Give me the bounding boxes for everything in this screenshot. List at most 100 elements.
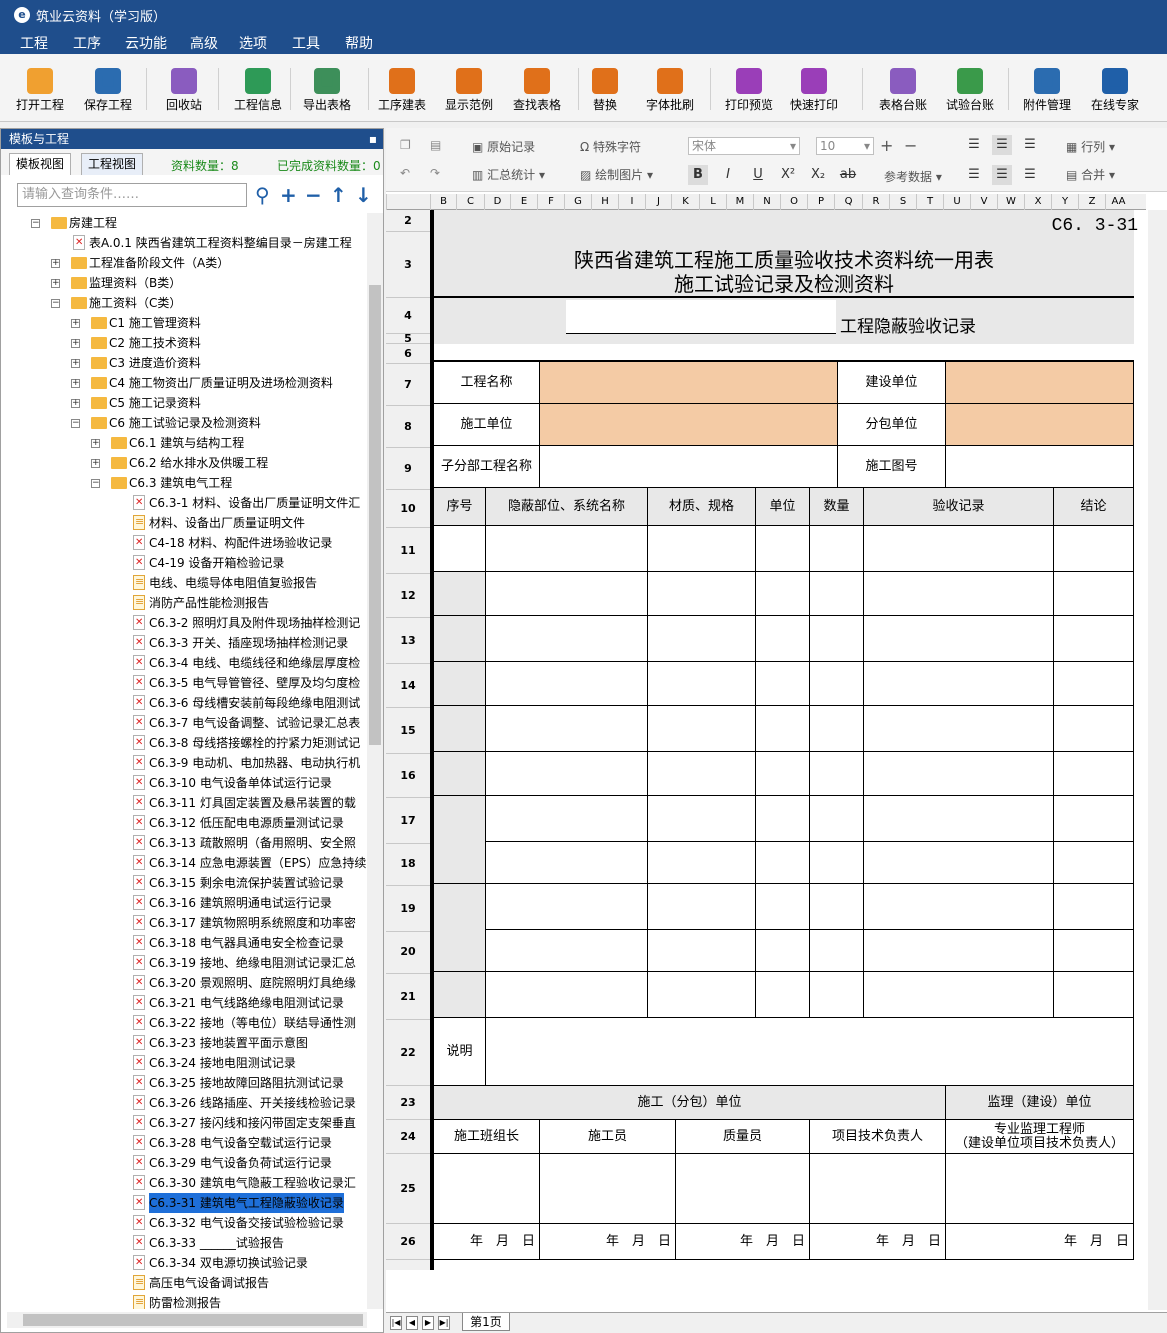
toolbar-button-15[interactable]: ■ 在线专家 [1090, 54, 1140, 122]
tree-item[interactable]: C6.3-23 接地装置平面示意图 [7, 1033, 367, 1053]
table-cell[interactable] [864, 884, 1054, 930]
signature-field[interactable] [810, 1154, 946, 1224]
table-cell[interactable] [756, 884, 810, 930]
table-cell[interactable] [810, 796, 864, 842]
search-icon[interactable]: ⚲ [255, 185, 270, 205]
tree-item[interactable]: C4-19 设备开箱检验记录 [7, 553, 367, 573]
tree-item[interactable]: C6.3-28 电气设备空载试运行记录 [7, 1133, 367, 1153]
row-header[interactable]: 8 [386, 406, 430, 448]
table-cell[interactable] [810, 616, 864, 662]
table-cell[interactable] [1054, 752, 1134, 796]
tree-horizontal-scrollbar[interactable] [7, 1312, 367, 1328]
tree-item[interactable]: C6.3-11 灯具固定装置及悬吊装置的载 [7, 793, 367, 813]
move-up-icon[interactable]: ↑ [330, 185, 347, 205]
table-cell[interactable] [1054, 840, 1134, 884]
table-cell[interactable] [1054, 928, 1134, 972]
column-header[interactable]: D [484, 194, 510, 210]
toolbar-button-3[interactable]: ■ 工程信息 [234, 54, 282, 122]
table-cell[interactable] [864, 572, 1054, 616]
tree-item[interactable]: − C6.3 建筑电气工程 [7, 473, 367, 493]
tree-item[interactable]: C6.3-5 电气导管管径、壁厚及均匀度检 [7, 673, 367, 693]
tree-item[interactable]: C6.3-3 开关、插座现场抽样检测记录 [7, 633, 367, 653]
copy-icon[interactable]: ❐ [400, 138, 411, 152]
first-sheet-icon[interactable]: |◀ [390, 1316, 402, 1330]
expand-icon[interactable]: + [71, 339, 80, 348]
prev-sheet-icon[interactable]: ◀ [406, 1316, 418, 1330]
table-cell[interactable] [810, 840, 864, 884]
tree-item[interactable]: + C6.1 建筑与结构工程 [7, 433, 367, 453]
tree-item[interactable]: C6.3-7 电气设备调整、试验记录汇总表 [7, 713, 367, 733]
expand-icon[interactable]: + [71, 399, 80, 408]
redo-icon[interactable]: ↷ [430, 166, 440, 180]
column-header[interactable]: B [430, 194, 456, 210]
table-cell[interactable] [810, 526, 864, 572]
table-cell[interactable] [810, 928, 864, 972]
pin-icon[interactable]: ▪ [369, 129, 377, 149]
align-bottom-icon[interactable]: ☰ [1020, 135, 1040, 155]
tree-item[interactable]: C6.3-29 电气设备负荷试运行记录 [7, 1153, 367, 1173]
tree-item[interactable]: C6.3-16 建筑照明通电试运行记录 [7, 893, 367, 913]
column-header[interactable]: G [564, 194, 591, 210]
menu-project[interactable]: 工程 [20, 33, 48, 53]
tree-item[interactable]: C6.3-22 接地（等电位）联结导通性测 [7, 1013, 367, 1033]
signature-field[interactable] [946, 1154, 1134, 1224]
signature-field[interactable] [676, 1154, 810, 1224]
row-col-button[interactable]: ▦ 行列 ▾ [1066, 138, 1115, 155]
move-down-icon[interactable]: ↓ [355, 185, 372, 205]
tree-item[interactable]: C6.3-18 电气器具通电安全检查记录 [7, 933, 367, 953]
row-number-cell[interactable] [434, 526, 486, 572]
tree-item[interactable]: C6.3-31 建筑电气工程隐蔽验收记录 [7, 1193, 367, 1213]
record-name-input[interactable] [566, 300, 836, 334]
summary-button[interactable]: ▥ 汇总统计 ▾ [472, 166, 545, 183]
collapse-icon[interactable]: − [31, 219, 40, 228]
table-cell[interactable] [864, 796, 1054, 842]
sheet-vertical-scrollbar[interactable] [1148, 210, 1167, 1310]
expand-icon[interactable]: + [91, 459, 100, 468]
ref-data-button[interactable]: 参考数据 ▾ [884, 168, 942, 185]
menu-tools[interactable]: 工具 [292, 33, 320, 53]
tree-item[interactable]: − C6 施工试验记录及检测资料 [7, 413, 367, 433]
tree-item[interactable]: C6.3-30 建筑电气隐蔽工程验收记录汇 [7, 1173, 367, 1193]
date-field[interactable]: 年 月 日 [676, 1224, 810, 1260]
tree-item[interactable]: C6.3-17 建筑物照明系统照度和功率密 [7, 913, 367, 933]
row-header[interactable]: 26 [386, 1224, 430, 1260]
table-cell[interactable] [756, 662, 810, 706]
merge-button[interactable]: ▤ 合并 ▾ [1066, 166, 1115, 183]
toolbar-button-12[interactable]: ■ 表格台账 [878, 54, 928, 122]
tree-item[interactable]: + C2 施工技术资料 [7, 333, 367, 353]
row-header[interactable]: 13 [386, 618, 430, 664]
row-number-cell[interactable] [434, 972, 486, 1018]
undo-icon[interactable]: ↶ [400, 166, 410, 180]
special-char-button[interactable]: Ω 特殊字符 [580, 138, 641, 155]
row-header[interactable]: 14 [386, 664, 430, 708]
align-center-icon[interactable]: ☰ [992, 165, 1012, 185]
column-header[interactable]: U [943, 194, 970, 210]
expand-icon[interactable]: + [71, 319, 80, 328]
expand-icon[interactable]: + [71, 379, 80, 388]
sub-unit-field[interactable] [946, 404, 1134, 446]
toolbar-button-13[interactable]: ■ 试验台账 [945, 54, 995, 122]
tree-item[interactable]: C6.3-32 电气设备交接试验检验记录 [7, 1213, 367, 1233]
scroll-thumb[interactable] [369, 285, 381, 745]
column-header[interactable]: O [780, 194, 807, 210]
table-cell[interactable] [648, 840, 756, 884]
row-header[interactable]: 19 [386, 886, 430, 932]
menu-options[interactable]: 选项 [239, 33, 267, 53]
column-header[interactable]: H [591, 194, 618, 210]
table-cell[interactable] [1054, 616, 1134, 662]
table-cell[interactable] [648, 972, 756, 1018]
remove-icon[interactable]: − [305, 185, 322, 205]
table-cell[interactable] [486, 752, 648, 796]
row-header[interactable]: 4 [386, 298, 430, 334]
column-header[interactable]: F [537, 194, 564, 210]
tree-item[interactable]: 表A.0.1 陕西省建筑工程资料整编目录－房建工程 [7, 233, 367, 253]
table-cell[interactable] [1054, 572, 1134, 616]
date-field[interactable]: 年 月 日 [810, 1224, 946, 1260]
table-cell[interactable] [486, 796, 648, 842]
table-cell[interactable] [1054, 796, 1134, 842]
row-number-cell[interactable] [434, 572, 486, 616]
font-size-select[interactable]: 10 ▾ [816, 137, 874, 155]
row-header[interactable]: 21 [386, 974, 430, 1020]
menu-cloud[interactable]: 云功能 [125, 33, 167, 53]
paste-icon[interactable]: ▤ [430, 138, 441, 152]
